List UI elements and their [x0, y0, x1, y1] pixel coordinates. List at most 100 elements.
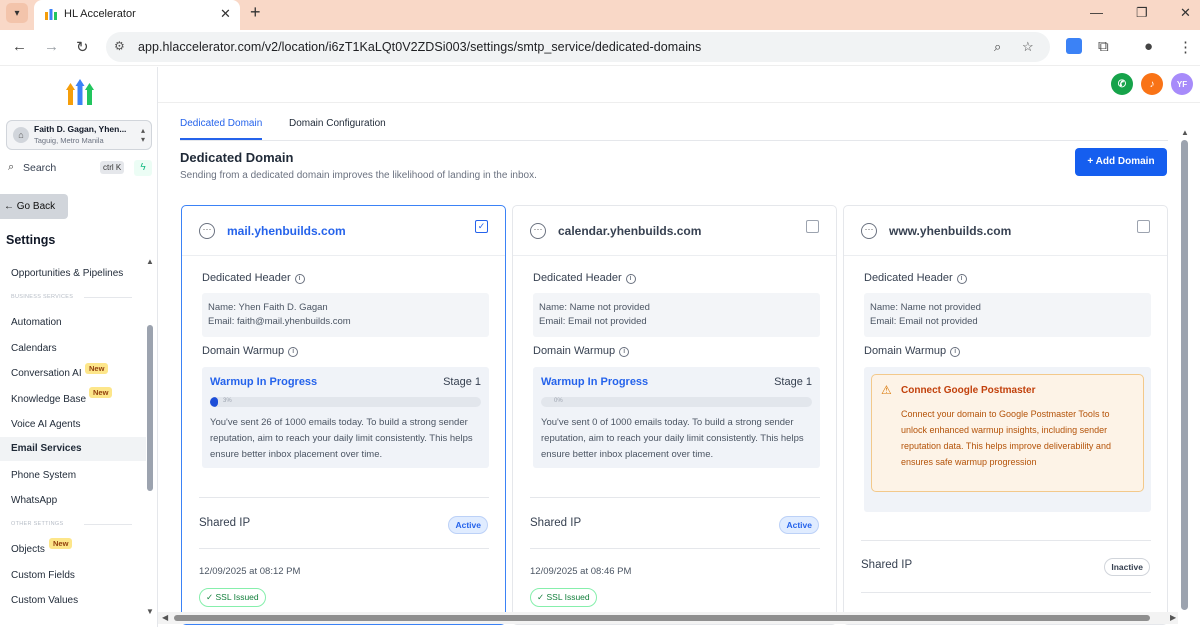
section-divider: [84, 524, 132, 525]
sidebar-item-opportunities[interactable]: Opportunities & Pipelines: [11, 268, 123, 279]
domain-card[interactable]: ··· calendar.yhenbuilds.com Dedicated He…: [512, 205, 837, 625]
divider: [530, 497, 820, 498]
domain-warmup-title: Domain Warmup i: [864, 345, 961, 357]
sidebar-item-knowledge-base[interactable]: Knowledge Base: [11, 394, 86, 405]
dedicated-header-label: Dedicated Header: [864, 272, 953, 284]
app-logo: [66, 79, 94, 105]
sidebar-item-custom-fields[interactable]: Custom Fields: [11, 570, 75, 581]
extensions-puzzle-icon[interactable]: ⧉: [1098, 38, 1109, 55]
tab-domain-configuration[interactable]: Domain Configuration: [289, 118, 386, 129]
divider: [199, 548, 489, 549]
warmup-progress-bar: 3%: [210, 397, 481, 407]
dedicated-header-title: Dedicated Header i: [533, 272, 636, 284]
forward-arrow-icon[interactable]: →: [44, 38, 59, 55]
account-switcher[interactable]: ⌂ Faith D. Gagan, Yhen... Taguig, Metro …: [6, 120, 152, 150]
add-domain-button[interactable]: + Add Domain: [1075, 148, 1167, 176]
created-date: 12/09/2025 at 08:46 PM: [530, 566, 632, 577]
sidebar-item-calendars[interactable]: Calendars: [11, 343, 57, 354]
header-name: Name: Name not provided: [870, 302, 981, 313]
sidebar-item-objects[interactable]: Objects: [11, 544, 45, 555]
tab-close-icon[interactable]: ✕: [220, 6, 231, 22]
card-header: ··· mail.yhenbuilds.com ✓: [182, 206, 505, 256]
sidebar-item-automation[interactable]: Automation: [11, 317, 62, 328]
new-badge: New: [49, 538, 73, 549]
more-options-icon[interactable]: ···: [199, 223, 215, 239]
main-vertical-scrollbar[interactable]: [1181, 140, 1188, 610]
domain-checkbox[interactable]: [806, 220, 819, 233]
ssl-status-badge: ✓ SSL Issued: [530, 588, 597, 607]
minimize-icon[interactable]: —: [1090, 5, 1103, 20]
sidebar-item-voice-ai[interactable]: Voice AI Agents: [11, 419, 81, 430]
go-back-button[interactable]: ← Go Back: [0, 194, 68, 219]
scroll-left-arrow-icon[interactable]: ◀: [162, 613, 168, 622]
more-options-icon[interactable]: ···: [861, 223, 877, 239]
info-icon[interactable]: i: [294, 274, 305, 284]
section-other-settings: OTHER SETTINGS: [11, 521, 64, 527]
card-header: ··· calendar.yhenbuilds.com: [513, 206, 836, 256]
sidebar-search[interactable]: ⌕ Search ctrl K ϟ: [6, 160, 152, 178]
profile-icon[interactable]: ●: [1144, 38, 1153, 55]
sidebar-item-conversation-ai[interactable]: Conversation AI: [11, 368, 82, 379]
dedicated-header-label: Dedicated Header: [202, 272, 291, 284]
info-icon[interactable]: i: [950, 347, 961, 357]
warmup-description: You've sent 0 of 1000 emails today. To b…: [541, 417, 804, 460]
info-icon[interactable]: i: [625, 274, 636, 284]
extension-icon[interactable]: [1066, 38, 1082, 54]
scroll-down-arrow-icon[interactable]: ▼: [146, 607, 154, 616]
shared-ip-label: Shared IP: [861, 559, 913, 571]
sidebar-item-custom-values[interactable]: Custom Values: [11, 595, 78, 606]
notification-bell-icon[interactable]: ♪: [1141, 73, 1163, 95]
horizontal-scrollbar[interactable]: [174, 615, 1150, 621]
browser-menu-icon[interactable]: ⋮: [1178, 38, 1193, 56]
dedicated-header-box: Name: Yhen Faith D. Gagan Email: faith@m…: [202, 293, 489, 337]
postmaster-title[interactable]: Connect Google Postmaster: [901, 385, 1035, 396]
account-location: Taguig, Metro Manila: [34, 136, 104, 145]
new-tab-icon[interactable]: +: [250, 2, 261, 23]
dedicated-header-label: Dedicated Header: [533, 272, 622, 284]
info-icon[interactable]: i: [288, 347, 299, 357]
domain-warmup-label: Domain Warmup: [864, 345, 947, 357]
quick-actions-bolt-icon[interactable]: ϟ: [134, 160, 152, 176]
close-window-icon[interactable]: ✕: [1180, 5, 1191, 21]
domain-card[interactable]: ··· www.yhenbuilds.com Dedicated Header i…: [843, 205, 1168, 625]
address-bar[interactable]: ⚙ app.hlaccelerator.com/v2/location/i6zT…: [106, 32, 1050, 62]
domain-card[interactable]: ··· mail.yhenbuilds.com ✓ Dedicated Head…: [181, 205, 506, 625]
sidebar-item-phone-system[interactable]: Phone System: [11, 470, 76, 481]
more-options-icon[interactable]: ···: [530, 223, 546, 239]
warmup-box: Warmup In Progress Stage 1 0% You've sen…: [533, 367, 820, 468]
ssl-label: SSL Issued: [546, 592, 590, 602]
scroll-up-arrow-icon[interactable]: ▲: [1181, 128, 1189, 137]
scroll-up-arrow-icon[interactable]: ▲: [146, 257, 154, 266]
warmup-status: Warmup In Progress: [541, 376, 649, 388]
scroll-right-arrow-icon[interactable]: ▶: [1170, 613, 1176, 622]
postmaster-alert[interactable]: ⚠ Connect Google Postmaster Connect your…: [871, 374, 1144, 492]
tab-search-button[interactable]: ▾: [6, 3, 28, 23]
reload-icon[interactable]: ↻: [76, 38, 89, 56]
browser-tab-bar: ▾ HL Accelerator ✕ + — ❐ ✕: [0, 0, 1200, 30]
maximize-icon[interactable]: ❐: [1136, 5, 1148, 21]
zoom-icon[interactable]: ⌕: [994, 39, 1001, 55]
domain-checkbox[interactable]: ✓: [475, 220, 488, 233]
ip-status-badge: Active: [779, 516, 819, 534]
user-avatar[interactable]: YF: [1171, 73, 1193, 95]
domain-checkbox[interactable]: [1137, 220, 1150, 233]
new-badge: New: [89, 387, 113, 398]
new-badge: New: [85, 363, 109, 374]
browser-tab[interactable]: HL Accelerator ✕: [34, 0, 240, 30]
page-title: Dedicated Domain: [180, 150, 294, 165]
hl-favicon-icon: [45, 9, 57, 20]
site-info-icon[interactable]: ⚙: [114, 39, 125, 53]
info-icon[interactable]: i: [956, 274, 967, 284]
divider: [530, 548, 820, 549]
sidebar-item-email-services[interactable]: Email Services: [0, 437, 146, 461]
sidebar-scrollbar[interactable]: [147, 325, 153, 491]
bookmark-star-icon[interactable]: ☆: [1022, 39, 1034, 55]
progress-label: 0%: [554, 398, 563, 404]
tab-dedicated-domain[interactable]: Dedicated Domain: [180, 118, 263, 140]
phone-icon[interactable]: ✆: [1111, 73, 1133, 95]
back-arrow-icon[interactable]: ←: [12, 38, 27, 55]
sidebar-item-whatsapp[interactable]: WhatsApp: [11, 495, 57, 506]
info-icon[interactable]: i: [619, 347, 630, 357]
tab-title: HL Accelerator: [64, 8, 136, 20]
shared-ip-label: Shared IP: [530, 517, 582, 529]
